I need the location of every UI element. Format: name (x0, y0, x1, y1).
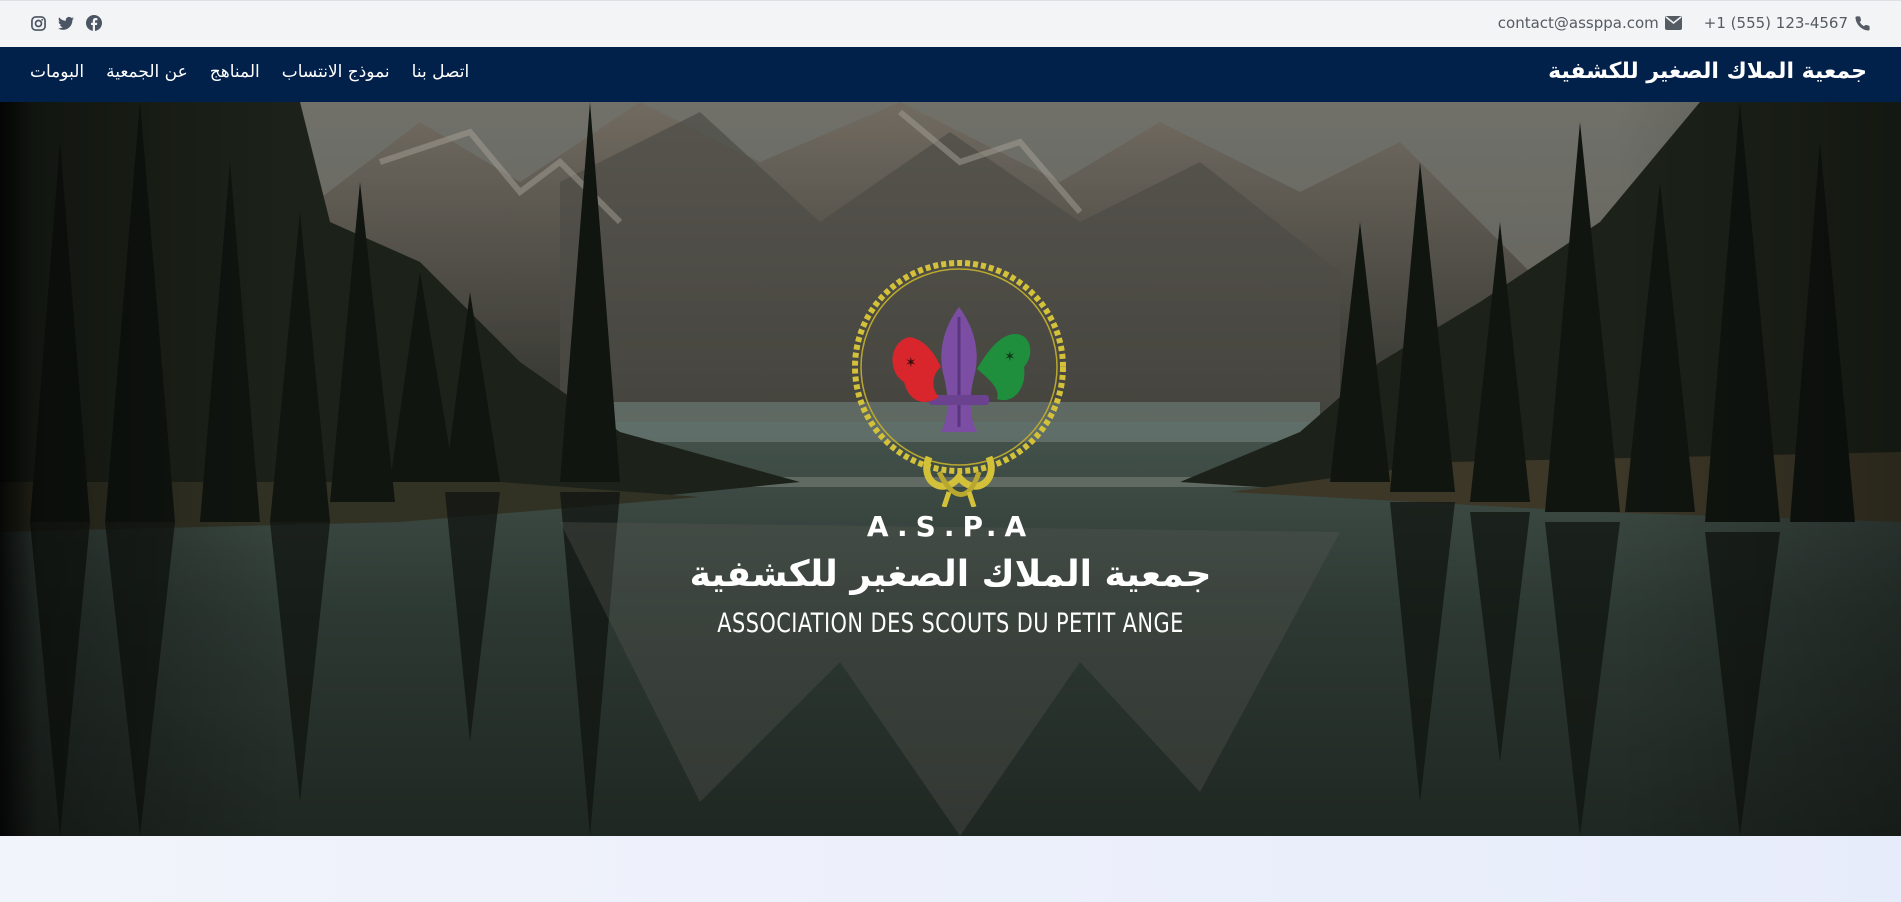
twitter-icon[interactable] (58, 15, 74, 31)
top-bar: contact@assppa.com +1 (555) 123-4567 (0, 0, 1901, 47)
site-brand[interactable]: جمعية الملاك الصغير للكشفية (1548, 59, 1867, 84)
hero-title-french: ASSOCIATION DES SCOUTS DU PETIT ANGE (717, 608, 1184, 639)
hero-title-arabic: جمعية الملاك الصغير للكشفية (689, 554, 1212, 595)
email-text[interactable]: contact@assppa.com (1498, 14, 1659, 32)
hero-content: ✶ ✶ A.S.P.A جمعية الملاك الصغير للكشفية … (0, 102, 1901, 836)
nav-link-membership-form[interactable]: نموذج الانتساب (282, 62, 390, 82)
page-content-area (0, 836, 1901, 902)
nav-link-albums[interactable]: البومات (30, 62, 84, 82)
nav-menu: البومات عن الجمعية المناهج نموذج الانتسا… (30, 62, 469, 82)
instagram-icon[interactable] (30, 15, 46, 31)
contact-info: contact@assppa.com +1 (555) 123-4567 (1498, 14, 1871, 32)
hero-acronym: A.S.P.A (866, 510, 1035, 543)
nav-link-about[interactable]: عن الجمعية (106, 62, 188, 82)
email-contact[interactable]: contact@assppa.com (1498, 14, 1682, 32)
facebook-icon[interactable] (86, 15, 102, 31)
main-navbar: جمعية الملاك الصغير للكشفية البومات عن ا… (0, 47, 1901, 102)
phone-text[interactable]: +1 (555) 123-4567 (1704, 14, 1848, 32)
nav-link-curricula[interactable]: المناهج (210, 62, 260, 82)
phone-contact[interactable]: +1 (555) 123-4567 (1704, 14, 1871, 32)
social-links (30, 15, 102, 31)
svg-text:✶: ✶ (905, 355, 917, 371)
hero-banner: ✶ ✶ A.S.P.A جمعية الملاك الصغير للكشفية … (0, 102, 1901, 836)
phone-icon (1855, 15, 1870, 31)
nav-link-contact[interactable]: اتصل بنا (412, 62, 470, 82)
association-logo: ✶ ✶ (852, 260, 1066, 507)
svg-text:✶: ✶ (1004, 349, 1016, 365)
envelope-icon (1664, 16, 1682, 30)
